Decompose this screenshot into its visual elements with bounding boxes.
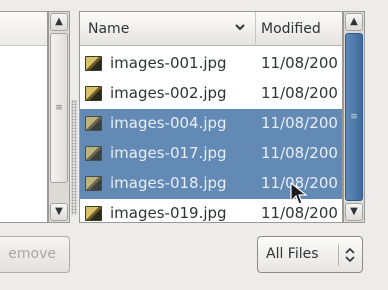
scroll-up-button[interactable]: ▲ <box>50 13 68 31</box>
file-filter-value: All Files <box>266 246 319 262</box>
image-file-icon <box>85 206 102 221</box>
combo-separator <box>338 244 339 266</box>
column-header-modified[interactable]: Modified <box>257 12 342 46</box>
scroll-thumb[interactable]: ≡ <box>345 33 363 201</box>
file-name: images-019.jpg <box>110 204 227 222</box>
file-name: images-017.jpg <box>110 144 227 162</box>
places-scrollbar[interactable]: ▲ ≡ ▼ <box>48 11 70 223</box>
file-filter-combo[interactable]: All Files <box>257 236 363 273</box>
file-row[interactable]: images-001.jpg 11/08/200 <box>80 49 342 79</box>
remove-button[interactable]: emove <box>0 236 70 273</box>
file-name: images-002.jpg <box>110 84 227 102</box>
places-pane[interactable] <box>0 11 48 223</box>
file-modified: 11/08/200 <box>261 144 338 162</box>
scroll-thumb[interactable]: ≡ <box>50 33 68 183</box>
chevron-down-icon <box>235 24 245 31</box>
pane-resize-grip[interactable] <box>71 100 77 215</box>
image-file-icon <box>85 86 102 101</box>
file-modified: 11/08/200 <box>261 114 338 132</box>
file-row[interactable]: images-017.jpg 11/08/200 <box>80 139 342 169</box>
file-row[interactable]: images-002.jpg 11/08/200 <box>80 79 342 109</box>
file-list-scrollbar[interactable]: ▲ ≡ ▼ <box>343 11 365 223</box>
file-list-header: Name Modified <box>80 12 342 46</box>
column-header-name[interactable]: Name <box>80 12 256 46</box>
file-name: images-001.jpg <box>110 54 227 72</box>
column-modified-label: Modified <box>261 21 321 37</box>
file-modified: 11/08/200 <box>261 84 338 102</box>
image-file-icon <box>85 56 102 71</box>
file-modified: 11/08/200 <box>261 54 338 72</box>
places-header <box>0 12 47 46</box>
scroll-up-button[interactable]: ▲ <box>345 13 363 31</box>
file-row[interactable]: images-004.jpg 11/08/200 <box>80 109 342 139</box>
up-down-arrows-icon <box>345 247 355 263</box>
scroll-down-button[interactable]: ▼ <box>345 203 363 221</box>
mouse-pointer-icon <box>290 181 308 205</box>
image-file-icon <box>85 176 102 191</box>
image-file-icon <box>85 146 102 161</box>
file-name: images-004.jpg <box>110 114 227 132</box>
column-name-label: Name <box>88 21 130 37</box>
scroll-down-button[interactable]: ▼ <box>50 203 68 221</box>
image-file-icon <box>85 116 102 131</box>
file-name: images-018.jpg <box>110 174 227 192</box>
